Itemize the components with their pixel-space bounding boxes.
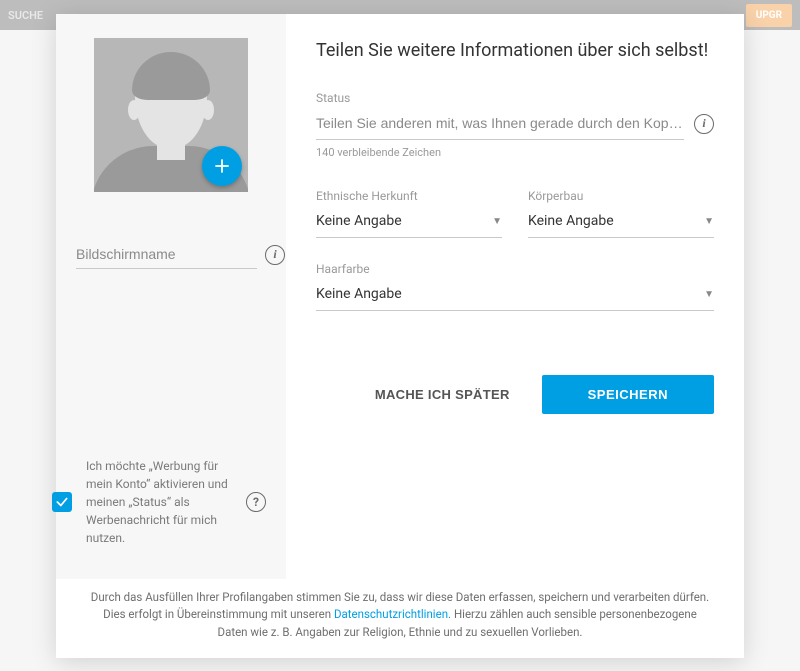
actions-row: MACHE ICH SPÄTER SPEICHERN <box>316 375 714 414</box>
footer-disclaimer: Durch das Ausfüllen Ihrer Profilangaben … <box>56 579 744 658</box>
chevron-down-icon: ▼ <box>492 216 502 227</box>
screenname-input[interactable] <box>76 240 257 269</box>
plus-icon <box>213 157 231 175</box>
info-icon[interactable]: i <box>265 245 285 265</box>
footer-line2a: Dies erfolgt in Übereinstimmung mit unse… <box>103 607 334 621</box>
body-select[interactable]: Keine Angabe ▼ <box>528 205 714 238</box>
hair-value: Keine Angabe <box>316 286 402 302</box>
body-label: Körperbau <box>528 189 714 203</box>
footer-line1: Durch das Ausfüllen Ihrer Profilangaben … <box>91 590 709 604</box>
later-button[interactable]: MACHE ICH SPÄTER <box>361 375 524 414</box>
consent-checkbox[interactable] <box>52 492 72 512</box>
ethnicity-value: Keine Angabe <box>316 213 402 229</box>
hair-select[interactable]: Keine Angabe ▼ <box>316 278 714 311</box>
chevron-down-icon: ▼ <box>704 289 714 300</box>
ethnicity-group: Ethnische Herkunft Keine Angabe ▼ <box>316 189 502 238</box>
hair-label: Haarfarbe <box>316 262 714 276</box>
ethnicity-select[interactable]: Keine Angabe ▼ <box>316 205 502 238</box>
hair-group: Haarfarbe Keine Angabe ▼ <box>316 262 714 311</box>
help-icon[interactable]: ? <box>246 492 266 512</box>
modal-body: i Ich möchte „Werbung für mein Konto“ ak… <box>56 14 744 579</box>
status-label: Status <box>316 91 714 105</box>
status-counter: 140 verbleibende Zeichen <box>316 146 714 159</box>
avatar-add-button[interactable] <box>202 146 242 186</box>
status-block: Status i 140 verbleibende Zeichen <box>316 91 714 159</box>
save-button[interactable]: SPEICHERN <box>542 375 714 414</box>
avatar-container <box>94 38 248 192</box>
consent-row: Ich möchte „Werbung für mein Konto“ akti… <box>76 317 266 547</box>
chevron-down-icon: ▼ <box>704 216 714 227</box>
status-input[interactable] <box>316 107 684 140</box>
ethnicity-label: Ethnische Herkunft <box>316 189 502 203</box>
check-icon <box>55 495 69 509</box>
consent-text: Ich möchte „Werbung für mein Konto“ akti… <box>86 457 236 547</box>
profile-modal: i Ich möchte „Werbung für mein Konto“ ak… <box>56 14 744 658</box>
privacy-link[interactable]: Datenschutzrichtlinien. <box>334 607 451 621</box>
info-icon[interactable]: i <box>694 114 714 134</box>
modal-title: Teilen Sie weitere Informationen über si… <box>316 40 714 61</box>
left-column: i Ich möchte „Werbung für mein Konto“ ak… <box>56 14 286 579</box>
selects-row-1: Ethnische Herkunft Keine Angabe ▼ Körper… <box>316 189 714 238</box>
right-column: Teilen Sie weitere Informationen über si… <box>286 14 744 579</box>
body-value: Keine Angabe <box>528 213 614 229</box>
body-group: Körperbau Keine Angabe ▼ <box>528 189 714 238</box>
selects-row-2: Haarfarbe Keine Angabe ▼ <box>316 262 714 311</box>
screenname-row: i <box>76 240 266 269</box>
